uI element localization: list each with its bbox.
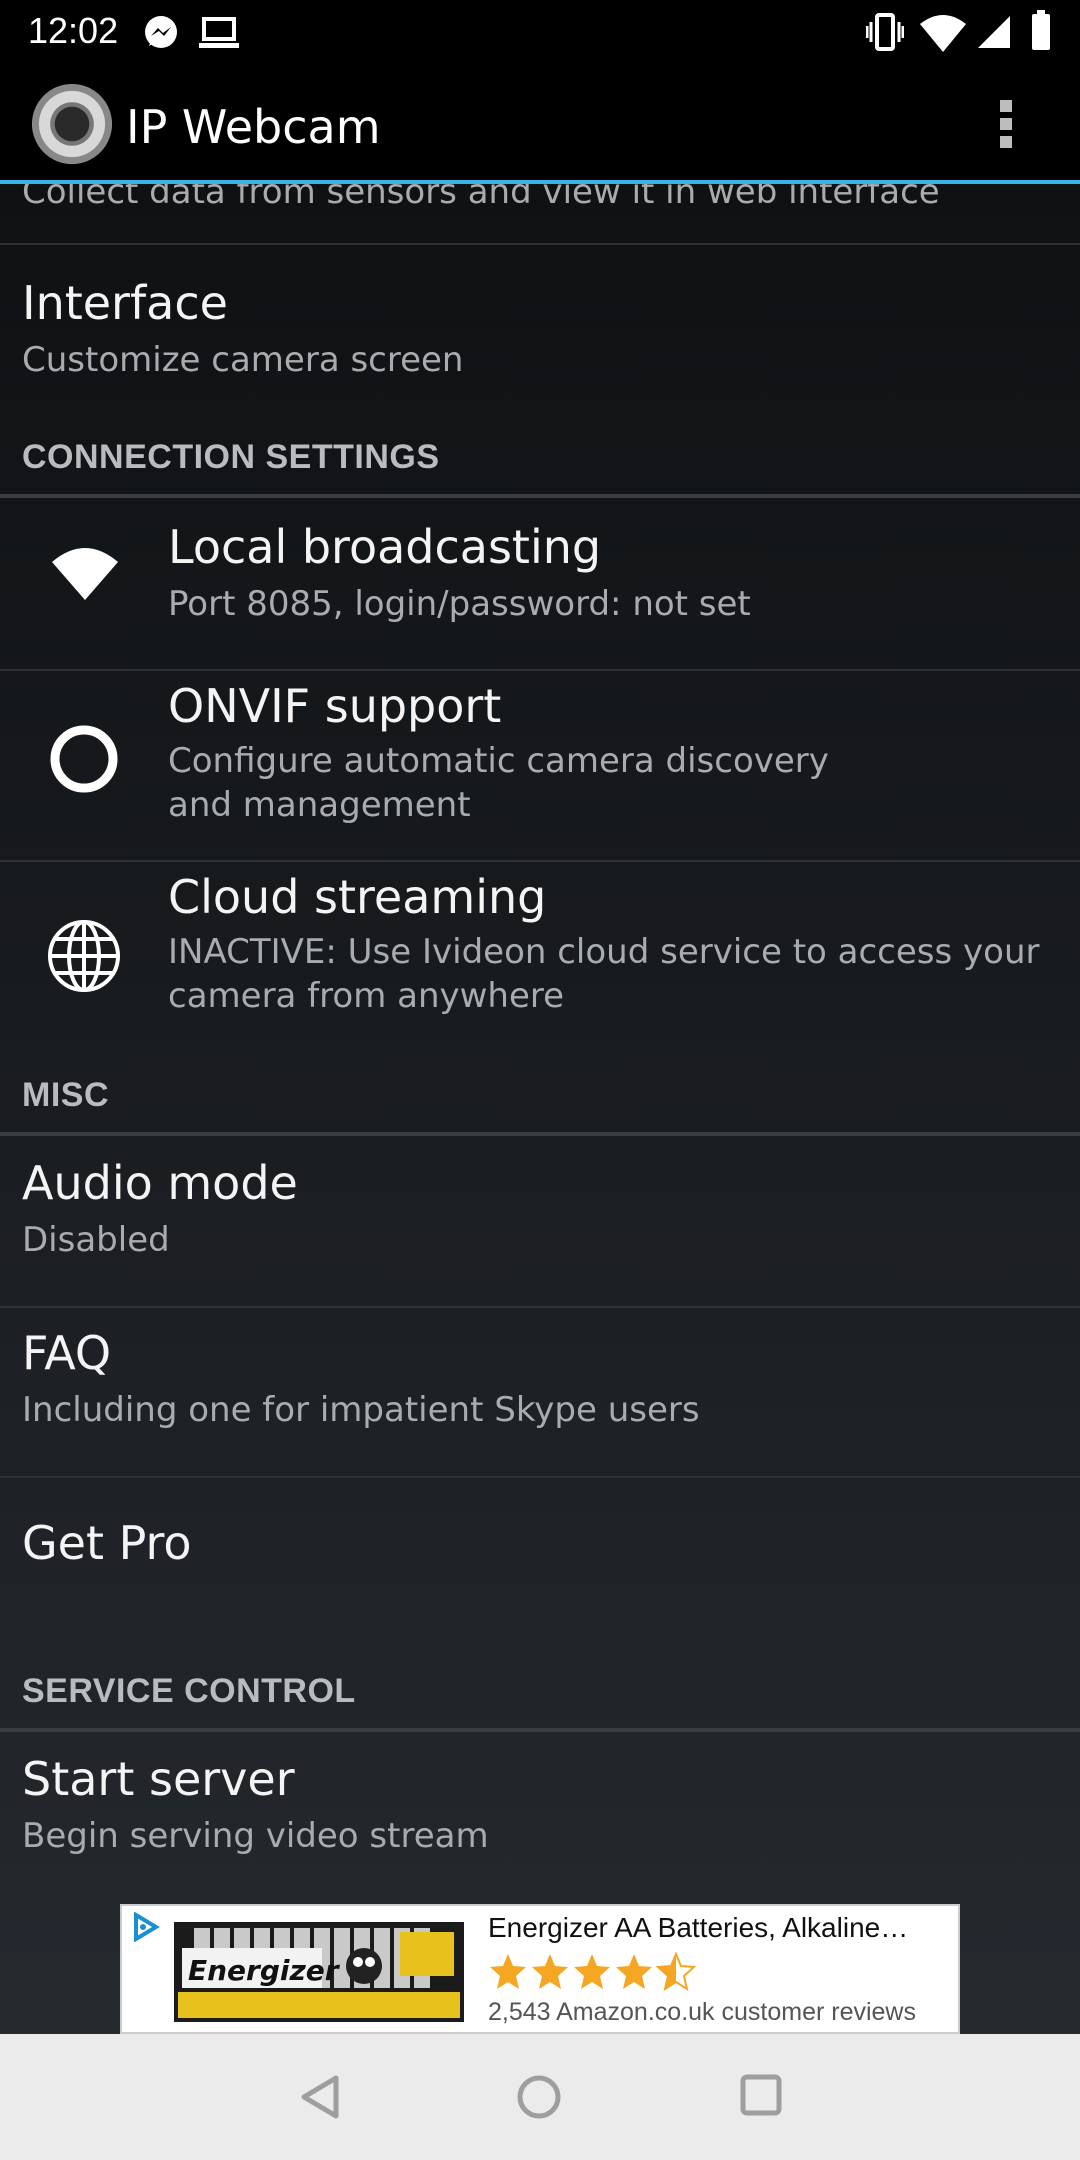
interface-item[interactable]: Interface Customize camera screen bbox=[0, 246, 1080, 406]
overflow-dot bbox=[1000, 136, 1012, 148]
cloud-streaming-subtitle: INACTIVE: Use Ivideon cloud service to a… bbox=[168, 932, 1040, 1016]
navigation-bar bbox=[0, 2034, 1080, 2160]
app-bar: IP Webcam bbox=[0, 64, 1080, 184]
star-icon bbox=[490, 1954, 526, 1989]
vibrate-icon bbox=[866, 13, 904, 51]
star-icon bbox=[574, 1954, 610, 1989]
get-pro-title: Get Pro bbox=[22, 1516, 192, 1570]
ad-title[interactable]: Energizer AA Batteries, Alkaline… bbox=[488, 1912, 908, 1944]
battery-icon bbox=[1032, 10, 1050, 50]
ad-rating-stars bbox=[490, 1953, 695, 1990]
local-broadcasting-title: Local broadcasting bbox=[168, 520, 602, 574]
app-logo-icon bbox=[32, 84, 112, 164]
onvif-subtitle: Configure automatic camera discovery and… bbox=[168, 741, 829, 825]
overflow-dot bbox=[1000, 118, 1012, 130]
start-server-title: Start server bbox=[22, 1752, 295, 1806]
onvif-title: ONVIF support bbox=[168, 679, 502, 733]
half-star-icon bbox=[657, 1953, 695, 1990]
status-bar: 12:02 bbox=[0, 0, 1080, 64]
status-time: 12:02 bbox=[28, 10, 119, 51]
settings-list[interactable]: Collect data from sensors and view it in… bbox=[0, 184, 1080, 2034]
ad-product-image[interactable]: Energizer bbox=[174, 1922, 464, 2022]
adchoices-icon[interactable] bbox=[130, 1912, 160, 1942]
section-header-misc: MISC bbox=[22, 1076, 109, 1114]
audio-mode-title: Audio mode bbox=[22, 1156, 298, 1210]
start-server-item[interactable]: Start server Begin serving video stream bbox=[0, 1732, 1080, 1892]
cloud-streaming-title: Cloud streaming bbox=[168, 870, 547, 924]
laptop-icon bbox=[199, 17, 239, 48]
ad-banner[interactable]: Energizer Energizer AA Batteries, Alkali… bbox=[120, 1904, 960, 2034]
app-title: IP Webcam bbox=[126, 100, 381, 154]
ring-icon bbox=[50, 725, 118, 793]
onvif-support-item[interactable]: ONVIF support Configure automatic camera… bbox=[0, 671, 1080, 861]
wifi-icon bbox=[52, 548, 118, 600]
interface-subtitle: Customize camera screen bbox=[22, 340, 464, 380]
faq-title: FAQ bbox=[22, 1326, 112, 1380]
sensors-item[interactable]: Collect data from sensors and view it in… bbox=[0, 184, 1080, 244]
section-header-service: SERVICE CONTROL bbox=[22, 1672, 356, 1710]
start-server-subtitle: Begin serving video stream bbox=[22, 1816, 489, 1856]
signal-icon bbox=[978, 16, 1010, 48]
overflow-dot bbox=[1000, 100, 1012, 112]
cloud-streaming-item[interactable]: Cloud streaming INACTIVE: Use Ivideon cl… bbox=[0, 862, 1080, 1052]
divider bbox=[0, 243, 1080, 245]
star-icon bbox=[616, 1954, 652, 1989]
section-header-connection: CONNECTION SETTINGS bbox=[22, 438, 440, 476]
ad-reviews: 2,543 Amazon.co.uk customer reviews bbox=[488, 1998, 916, 2026]
faq-subtitle: Including one for impatient Skype users bbox=[22, 1390, 700, 1430]
messenger-icon bbox=[145, 16, 177, 48]
audio-mode-item[interactable]: Audio mode Disabled bbox=[0, 1136, 1080, 1290]
overflow-menu-button[interactable] bbox=[984, 94, 1028, 158]
interface-title: Interface bbox=[22, 276, 228, 330]
local-broadcasting-item[interactable]: Local broadcasting Port 8085, login/pass… bbox=[0, 498, 1080, 652]
wifi-status-icon bbox=[920, 15, 966, 52]
globe-icon bbox=[48, 920, 120, 992]
audio-mode-subtitle: Disabled bbox=[22, 1220, 170, 1260]
local-broadcasting-subtitle: Port 8085, login/password: not set bbox=[168, 584, 751, 624]
home-button[interactable] bbox=[514, 2072, 564, 2122]
back-button[interactable] bbox=[296, 2072, 344, 2122]
star-icon bbox=[532, 1954, 568, 1989]
ad-brand-logo: Energizer bbox=[188, 1954, 341, 1987]
get-pro-item[interactable]: Get Pro bbox=[0, 1478, 1080, 1638]
sensors-subtitle: Collect data from sensors and view it in… bbox=[22, 184, 940, 212]
recents-button[interactable] bbox=[738, 2072, 784, 2118]
faq-item[interactable]: FAQ Including one for impatient Skype us… bbox=[0, 1308, 1080, 1474]
